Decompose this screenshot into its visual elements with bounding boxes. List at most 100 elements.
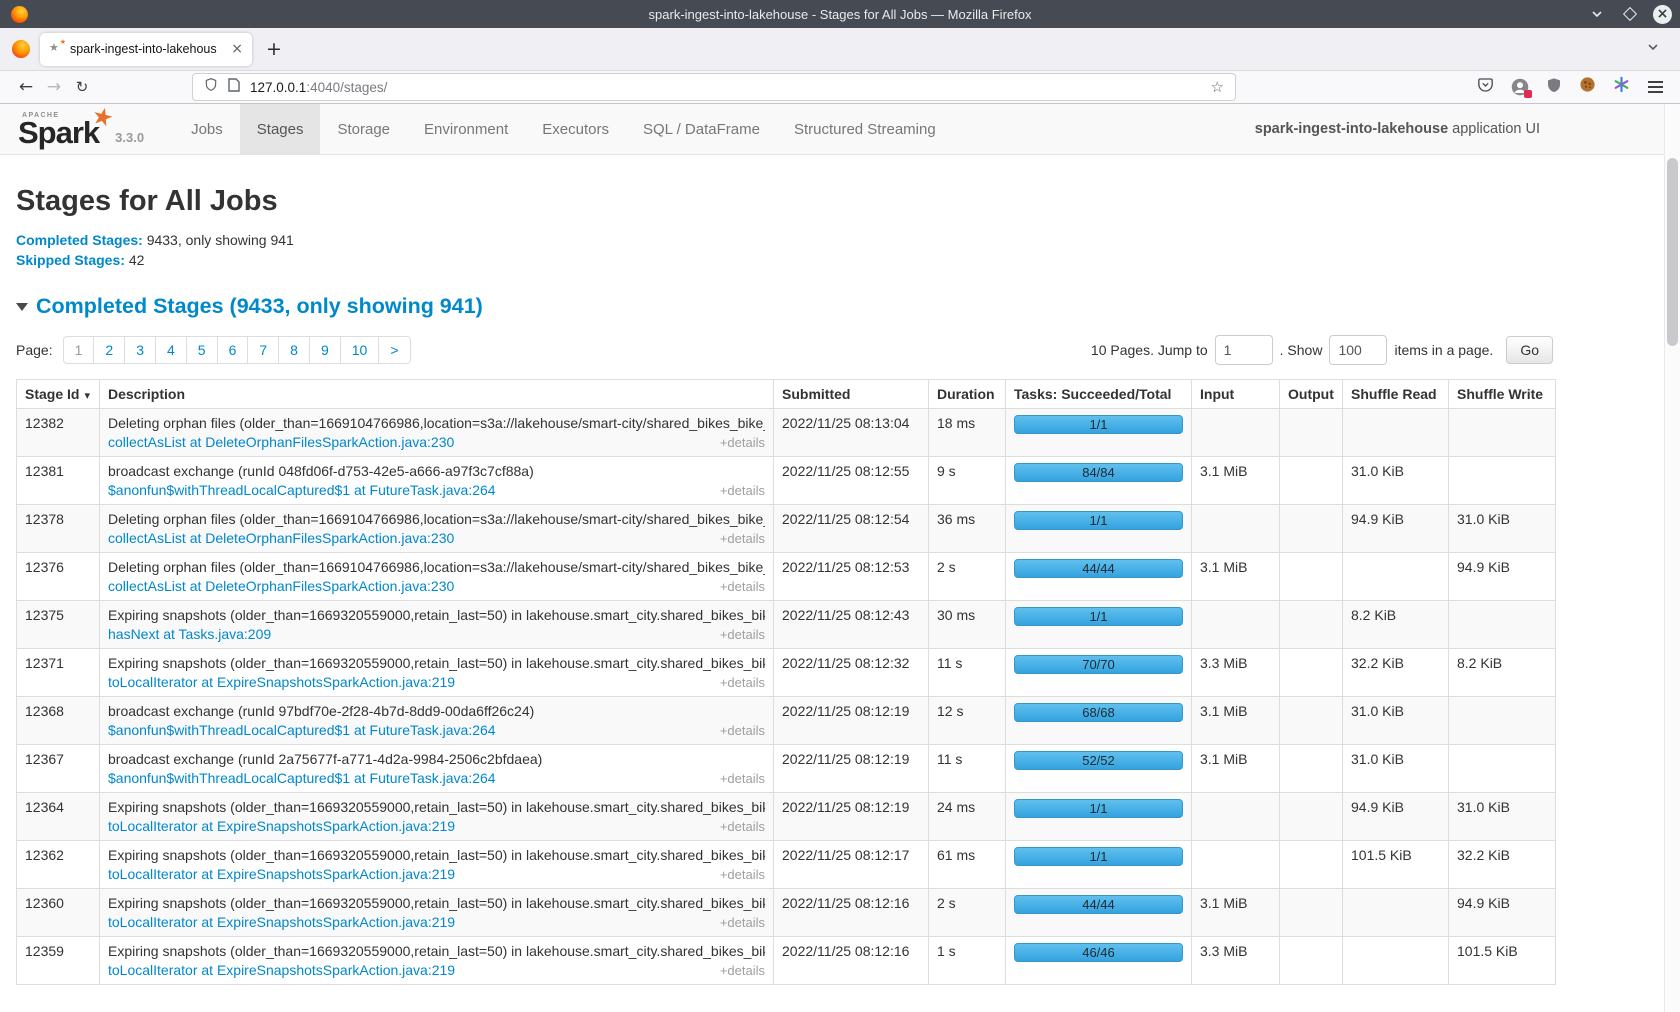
details-toggle[interactable]: +details <box>720 771 765 786</box>
nav-tab-stages[interactable]: Stages <box>240 104 321 154</box>
tab-close-icon[interactable]: × <box>231 42 243 56</box>
callsite-link[interactable]: toLocalIterator at ExpireSnapshotsSparkA… <box>108 962 455 978</box>
description-cell: broadcast exchange (runId 048fd06f-d753-… <box>100 457 774 505</box>
stage-id-cell: 12360 <box>17 889 100 937</box>
tab-list-chevron-icon[interactable] <box>1646 40 1660 59</box>
nav-tab-executors[interactable]: Executors <box>525 104 626 154</box>
details-toggle[interactable]: +details <box>720 483 765 498</box>
details-toggle[interactable]: +details <box>720 915 765 930</box>
items-in-page-label: items in a page. <box>1394 342 1493 358</box>
callsite-link[interactable]: $anonfun$withThreadLocalCaptured$1 at Fu… <box>108 482 496 498</box>
stage-row: 12382Deleting orphan files (older_than=1… <box>17 409 1556 457</box>
column-header-shuffle-read[interactable]: Shuffle Read <box>1343 380 1449 409</box>
details-toggle[interactable]: +details <box>720 675 765 690</box>
page-button-7[interactable]: 7 <box>247 336 279 364</box>
reload-button[interactable]: ↻ <box>68 78 96 96</box>
browser-tab[interactable]: ★ ★ spark-ingest-into-lakehous × <box>40 33 252 66</box>
callsite-link[interactable]: $anonfun$withThreadLocalCaptured$1 at Fu… <box>108 770 496 786</box>
callsite-link[interactable]: collectAsList at DeleteOrphanFilesSparkA… <box>108 578 454 594</box>
scrollbar-thumb[interactable] <box>1667 158 1678 346</box>
nav-tab-jobs[interactable]: Jobs <box>174 104 240 154</box>
cookie-icon[interactable] <box>1579 76 1596 98</box>
column-header-description[interactable]: Description <box>100 380 774 409</box>
bookmark-star-icon[interactable]: ☆ <box>1211 78 1224 96</box>
description-text: broadcast exchange (runId 2a75677f-a771-… <box>108 751 765 767</box>
callsite-link[interactable]: collectAsList at DeleteOrphanFilesSparkA… <box>108 530 454 546</box>
details-toggle[interactable]: +details <box>720 867 765 882</box>
details-toggle[interactable]: +details <box>720 579 765 594</box>
page-info-icon[interactable] <box>228 78 240 97</box>
stage-row: 12367broadcast exchange (runId 2a75677f-… <box>17 745 1556 793</box>
window-title: spark-ingest-into-lakehouse - Stages for… <box>0 7 1680 22</box>
nav-tab-storage[interactable]: Storage <box>320 104 407 154</box>
callsite-link[interactable]: hasNext at Tasks.java:209 <box>108 626 271 642</box>
callsite-link[interactable]: toLocalIterator at ExpireSnapshotsSparkA… <box>108 866 455 882</box>
go-button[interactable]: Go <box>1506 336 1553 364</box>
page-button-3[interactable]: 3 <box>124 336 156 364</box>
shuffle-read-cell <box>1343 889 1449 937</box>
nav-tab-sql-dataframe[interactable]: SQL / DataFrame <box>626 104 777 154</box>
details-toggle[interactable]: +details <box>720 627 765 642</box>
new-tab-button[interactable]: + <box>266 38 282 60</box>
browser-toolbar: ← → ↻ 127.0.0.1:4040/stages/ ☆ <box>0 70 1680 104</box>
callsite-link[interactable]: toLocalIterator at ExpireSnapshotsSparkA… <box>108 914 455 930</box>
page-scrollbar[interactable] <box>1664 104 1680 1012</box>
callsite-link[interactable]: collectAsList at DeleteOrphanFilesSparkA… <box>108 434 454 450</box>
jump-to-page-input[interactable] <box>1215 335 1273 365</box>
column-header-tasks-succeeded-total[interactable]: Tasks: Succeeded/Total <box>1006 380 1192 409</box>
description-cell: Expiring snapshots (older_than=166932055… <box>100 841 774 889</box>
page-button-10[interactable]: 10 <box>340 336 380 364</box>
column-header-output[interactable]: Output <box>1280 380 1343 409</box>
shuffle-write-cell: 101.5 KiB <box>1449 937 1556 985</box>
menu-hamburger-icon[interactable] <box>1648 86 1663 88</box>
callsite-link[interactable]: $anonfun$withThreadLocalCaptured$1 at Fu… <box>108 722 496 738</box>
duration-cell: 61 ms <box>929 841 1006 889</box>
page-button-4[interactable]: 4 <box>155 336 187 364</box>
shield-icon[interactable] <box>204 77 218 97</box>
page-button-1[interactable]: 1 <box>63 336 95 364</box>
page-button-5[interactable]: 5 <box>186 336 218 364</box>
callsite-link[interactable]: toLocalIterator at ExpireSnapshotsSparkA… <box>108 818 455 834</box>
window-minimize-icon[interactable] <box>1587 4 1607 24</box>
tasks-cell: 1/1 <box>1006 601 1192 649</box>
pocket-icon[interactable] <box>1477 77 1494 98</box>
details-toggle[interactable]: +details <box>720 531 765 546</box>
page-button-2[interactable]: 2 <box>93 336 125 364</box>
column-header-stage-id[interactable]: Stage Id▾ <box>17 380 100 409</box>
ublock-shield-icon[interactable] <box>1546 77 1562 98</box>
details-toggle[interactable]: +details <box>720 435 765 450</box>
column-header-shuffle-write[interactable]: Shuffle Write <box>1449 380 1556 409</box>
tasks-cell: 46/46 <box>1006 937 1192 985</box>
column-header-duration[interactable]: Duration <box>929 380 1006 409</box>
window-close-icon[interactable]: × <box>1653 5 1672 24</box>
page-next-button[interactable]: > <box>378 336 410 364</box>
firefox-icon <box>11 6 28 23</box>
page-button-9[interactable]: 9 <box>309 336 341 364</box>
details-toggle[interactable]: +details <box>720 963 765 978</box>
tab-title: spark-ingest-into-lakehous <box>70 42 224 56</box>
window-maximize-icon[interactable] <box>1620 4 1640 24</box>
back-button[interactable]: ← <box>12 77 40 97</box>
task-progress-bar: 1/1 <box>1014 511 1183 530</box>
shuffle-read-cell: 101.5 KiB <box>1343 841 1449 889</box>
description-cell: Expiring snapshots (older_than=166932055… <box>100 649 774 697</box>
nav-tab-environment[interactable]: Environment <box>407 104 525 154</box>
column-header-submitted[interactable]: Submitted <box>774 380 929 409</box>
nav-tab-structured-streaming[interactable]: Structured Streaming <box>777 104 953 154</box>
description-cell: broadcast exchange (runId 2a75677f-a771-… <box>100 745 774 793</box>
completed-stages-section-toggle[interactable]: Completed Stages (9433, only showing 941… <box>16 294 1553 319</box>
callsite-link[interactable]: toLocalIterator at ExpireSnapshotsSparkA… <box>108 674 455 690</box>
account-icon[interactable] <box>1511 78 1529 96</box>
column-header-input[interactable]: Input <box>1192 380 1280 409</box>
extension-asterisk-icon[interactable] <box>1613 76 1630 98</box>
url-bar[interactable]: 127.0.0.1:4040/stages/ ☆ <box>192 73 1236 101</box>
details-toggle[interactable]: +details <box>720 819 765 834</box>
page-button-6[interactable]: 6 <box>217 336 249 364</box>
page-button-8[interactable]: 8 <box>278 336 310 364</box>
submitted-cell: 2022/11/25 08:12:16 <box>774 889 929 937</box>
spark-logo[interactable]: APACHE Spark ★ 3.3.0 <box>14 104 174 154</box>
forward-button[interactable]: → <box>40 77 68 97</box>
details-toggle[interactable]: +details <box>720 723 765 738</box>
completed-stages-stat: Completed Stages: 9433, only showing 941 <box>16 230 1553 250</box>
items-per-page-input[interactable] <box>1329 335 1387 365</box>
